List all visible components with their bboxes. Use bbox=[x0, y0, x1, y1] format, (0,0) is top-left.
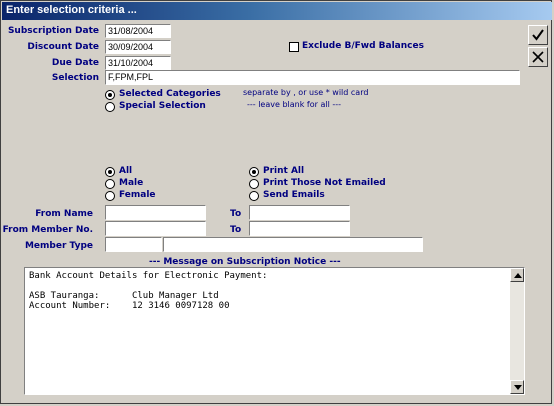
radio-selected-categories[interactable] bbox=[105, 90, 115, 100]
arrow-up-icon bbox=[514, 273, 522, 278]
discount-date-field[interactable]: 30/09/2004 bbox=[105, 40, 171, 54]
print-not-emailed-label: Print Those Not Emailed bbox=[263, 178, 386, 188]
message-textarea[interactable]: Bank Account Details for Electronic Paym… bbox=[24, 267, 525, 395]
print-all-label: Print All bbox=[263, 166, 305, 176]
send-emails-label: Send Emails bbox=[263, 190, 325, 200]
radio-gender-all[interactable] bbox=[105, 167, 115, 177]
due-date-field[interactable]: 31/10/2004 bbox=[105, 56, 171, 70]
close-icon bbox=[532, 51, 544, 63]
from-name-label: From Name bbox=[35, 209, 93, 219]
from-member-label: From Member No. bbox=[2, 225, 93, 235]
subscription-date-label: Subscription Date bbox=[7, 26, 99, 36]
selected-categories-label: Selected Categories bbox=[119, 89, 221, 99]
member-type-label: Member Type bbox=[24, 241, 93, 251]
title-bar: Enter selection criteria ... bbox=[2, 2, 552, 20]
from-name-to-label: To bbox=[230, 209, 242, 219]
message-line: Account Number: 12 3146 0097128 00 bbox=[29, 301, 230, 311]
due-date-label: Due Date bbox=[51, 58, 99, 68]
message-heading: --- Message on Subscription Notice --- bbox=[149, 257, 341, 267]
arrow-down-icon bbox=[514, 385, 522, 390]
radio-send-emails[interactable] bbox=[249, 191, 259, 201]
gender-male-label: Male bbox=[119, 178, 144, 188]
message-line: ASB Tauranga: Club Manager Ltd bbox=[29, 291, 219, 301]
gender-female-label: Female bbox=[119, 190, 156, 200]
cancel-button[interactable] bbox=[528, 47, 548, 67]
selection-label: Selection bbox=[51, 73, 99, 83]
radio-print-all[interactable] bbox=[249, 167, 259, 177]
from-member-to-label: To bbox=[230, 225, 242, 235]
radio-special-selection[interactable] bbox=[105, 102, 115, 112]
window-title: Enter selection criteria ... bbox=[6, 4, 137, 16]
radio-print-not-emailed[interactable] bbox=[249, 179, 259, 189]
from-member-field[interactable] bbox=[105, 221, 206, 236]
special-selection-label: Special Selection bbox=[119, 101, 206, 111]
message-scrollbar[interactable] bbox=[510, 268, 524, 394]
exclude-bfwd-label: Exclude B/Fwd Balances bbox=[302, 41, 424, 51]
selection-field[interactable]: F,FPM,FPL bbox=[105, 70, 520, 85]
scroll-up-button[interactable] bbox=[510, 268, 524, 282]
to-name-field[interactable] bbox=[249, 205, 350, 220]
selection-hint-line2: --- leave blank for all --- bbox=[247, 100, 341, 109]
discount-date-label: Discount Date bbox=[27, 42, 99, 52]
to-member-field[interactable] bbox=[249, 221, 350, 236]
dialog-window: Enter selection criteria ... Subscriptio… bbox=[0, 0, 552, 404]
subscription-date-field[interactable]: 31/08/2004 bbox=[105, 24, 171, 38]
message-line: Bank Account Details for Electronic Paym… bbox=[29, 271, 268, 281]
member-type-description-field[interactable] bbox=[163, 237, 423, 252]
check-icon bbox=[532, 29, 544, 41]
ok-button[interactable] bbox=[528, 25, 548, 45]
member-type-code-field[interactable] bbox=[105, 237, 162, 252]
radio-gender-female[interactable] bbox=[105, 191, 115, 201]
scroll-down-button[interactable] bbox=[510, 380, 524, 394]
from-name-field[interactable] bbox=[105, 205, 206, 220]
selection-hint-line1: separate by , or use * wild card bbox=[243, 88, 369, 97]
radio-gender-male[interactable] bbox=[105, 179, 115, 189]
gender-all-label: All bbox=[119, 166, 133, 176]
exclude-bfwd-checkbox[interactable] bbox=[289, 42, 299, 52]
